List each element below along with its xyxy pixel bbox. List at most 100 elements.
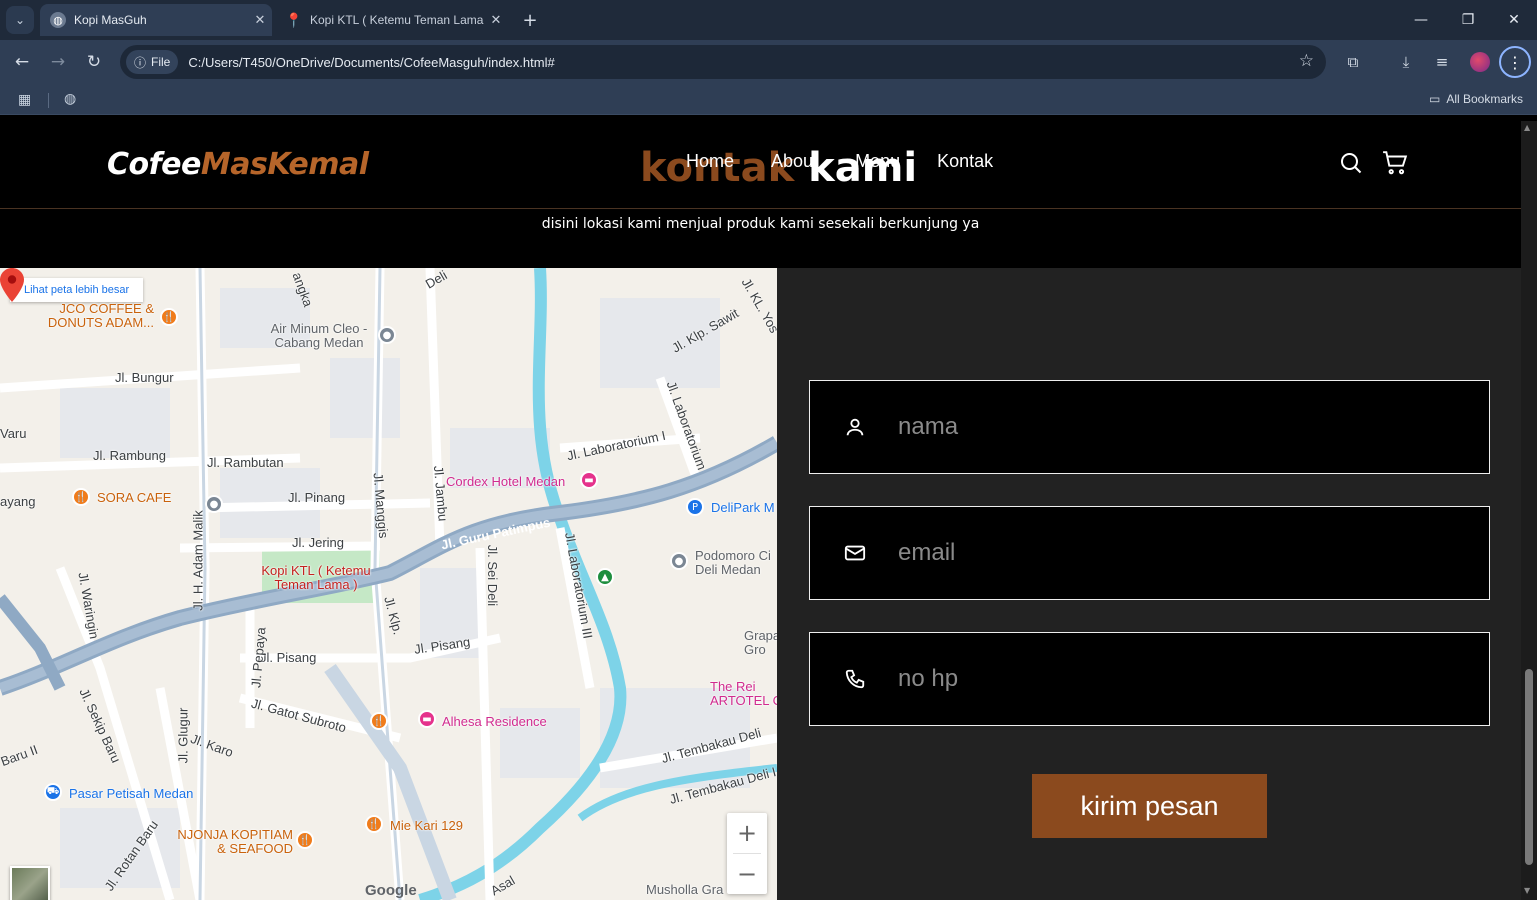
nav-about[interactable]: About: [771, 151, 818, 172]
reload-icon[interactable]: ↻: [82, 50, 106, 74]
scroll-down-icon[interactable]: ▼: [1524, 886, 1530, 895]
page-scrollbar[interactable]: ▲ ▼: [1521, 121, 1537, 900]
map-label-cordex[interactable]: Cordex Hotel Medan: [446, 474, 565, 489]
contact-form: nama email no hp kirim pesan: [777, 268, 1521, 900]
zoom-in-button[interactable]: +: [727, 813, 767, 853]
scroll-up-icon[interactable]: ▲: [1524, 123, 1530, 132]
section-subtitle: disini lokasi kami menjual produk kami s…: [541, 216, 980, 232]
profile-avatar[interactable]: [1470, 52, 1490, 72]
tab-kopi-ktl[interactable]: 📍 Kopi KTL ( Ketemu Teman Lama ✕: [276, 4, 508, 36]
map-label-adam-malik: Jl. H. Adam Malik: [190, 510, 206, 611]
map-label-njonja[interactable]: NJONJA KOPITIAM & SEAFOOD: [168, 828, 293, 856]
map-label-miekari[interactable]: Mie Kari 129: [390, 818, 463, 833]
map-label-kopi-ktl[interactable]: Kopi KTL ( Ketemu Teman Lama ): [256, 564, 376, 592]
mail-icon: [840, 542, 870, 564]
site-nav-links: Home About Menu Kontak: [686, 151, 993, 172]
extensions-icon[interactable]: ⧉: [1340, 50, 1366, 74]
map-label-reir[interactable]: The Rei ARTOTEL C: [710, 680, 777, 708]
location-pin-icon[interactable]: [0, 268, 24, 302]
user-icon: [840, 416, 870, 438]
maps-pin-icon: 📍: [285, 11, 303, 28]
embedded-map[interactable]: Lihat peta lebih besar JCO COFFEE & DONU…: [0, 268, 777, 900]
page-viewport: CofeeMasKemal kontak kami Home About Men…: [0, 121, 1521, 900]
nav-home[interactable]: Home: [686, 151, 734, 172]
tab-search-chevron-icon[interactable]: ⌄: [6, 6, 34, 34]
restaurant-icon[interactable]: 🍴: [370, 712, 388, 730]
map-label-pisang-west: Jl. Pisang: [260, 650, 317, 665]
map-label-sei-deli: Jl. Sei Deli: [485, 544, 501, 607]
globe-bookmark-icon[interactable]: ◍: [64, 91, 76, 107]
map-label-pinang: Jl. Pinang: [288, 490, 346, 505]
parking-icon[interactable]: P: [686, 498, 704, 516]
map-label-ayang: ayang: [0, 494, 36, 509]
site-info-chip[interactable]: ⓘ File: [126, 50, 179, 74]
browser-toolbar: ← → ↻ ⓘ File C:/Users/T450/OneDrive/Docu…: [0, 40, 1537, 85]
address-bar[interactable]: ⓘ File C:/Users/T450/OneDrive/Documents/…: [120, 45, 1326, 79]
map-label-pasar[interactable]: Pasar Petisah Medan: [69, 786, 193, 801]
browser-menu-icon[interactable]: ⋮: [1499, 46, 1531, 78]
apps-grid-icon[interactable]: ▦: [18, 92, 31, 108]
phone-field[interactable]: no hp: [809, 632, 1490, 726]
all-bookmarks-button[interactable]: ▭ All Bookmarks: [1429, 92, 1523, 106]
place-icon[interactable]: ●: [670, 552, 688, 570]
minimize-icon[interactable]: —: [1409, 8, 1433, 32]
map-label-grapa[interactable]: Grapa Gro: [744, 629, 777, 657]
nav-menu[interactable]: Menu: [855, 151, 900, 172]
map-label-podomoro[interactable]: Podomoro Ci Deli Medan: [695, 549, 777, 577]
submit-button[interactable]: kirim pesan: [1032, 774, 1267, 838]
bookmark-star-icon[interactable]: ☆: [1299, 51, 1314, 71]
name-input[interactable]: nama: [898, 413, 958, 441]
scroll-thumb[interactable]: [1525, 669, 1533, 865]
media-control-icon[interactable]: ≡: [1429, 50, 1455, 74]
bookmarks-bar: ▦ ◍ ▭ All Bookmarks: [0, 85, 1537, 115]
nav-kontak[interactable]: Kontak: [937, 151, 993, 172]
site-navbar: CofeeMasKemal kontak kami Home About Men…: [0, 121, 1521, 209]
close-window-icon[interactable]: ✕: [1502, 8, 1526, 32]
zoom-out-button[interactable]: −: [727, 854, 767, 894]
divider: [48, 93, 49, 108]
tree-icon[interactable]: ▲: [596, 568, 614, 586]
close-tab-icon[interactable]: ✕: [484, 12, 508, 28]
restaurant-icon[interactable]: 🍴: [365, 815, 383, 833]
view-larger-map-link[interactable]: Lihat peta lebih besar: [10, 278, 144, 302]
download-icon[interactable]: ⤓: [1393, 50, 1419, 74]
globe-icon: ◍: [50, 12, 66, 28]
map-label-glugur: Jl. Glugur: [175, 707, 191, 764]
name-field[interactable]: nama: [809, 380, 1490, 474]
map-label-air-minum[interactable]: Air Minum Cleo - Cabang Medan: [264, 322, 374, 350]
map-label-sora[interactable]: SORA CAFE: [97, 490, 171, 505]
restore-icon[interactable]: ❐: [1456, 8, 1480, 32]
phone-input[interactable]: no hp: [898, 665, 958, 693]
map-label-musholla[interactable]: Musholla Gra: [646, 882, 723, 897]
folder-icon: ▭: [1428, 92, 1441, 106]
shopping-cart-icon[interactable]: [1381, 149, 1409, 177]
tab-title: Kopi MasGuh: [74, 13, 147, 27]
restaurant-icon[interactable]: 🍴: [296, 831, 314, 849]
tab-title: Kopi KTL ( Ketemu Teman Lama: [310, 13, 484, 27]
place-icon[interactable]: ●: [378, 326, 396, 344]
map-label-rambung: Jl. Rambung: [93, 448, 166, 463]
forward-arrow-icon[interactable]: →: [46, 50, 70, 74]
close-tab-icon[interactable]: ✕: [248, 12, 272, 28]
tab-kopi-masguh[interactable]: ◍ Kopi MasGuh ✕: [40, 4, 272, 36]
browser-tab-bar: ⌄ ◍ Kopi MasGuh ✕ 📍 Kopi KTL ( Ketemu Te…: [0, 0, 1537, 40]
site-logo[interactable]: CofeeMasKemal: [107, 147, 369, 182]
map-label-delipark[interactable]: DeliPark M: [711, 500, 775, 515]
hotel-icon[interactable]: ▬: [580, 471, 598, 489]
new-tab-button[interactable]: +: [518, 8, 542, 32]
restaurant-icon[interactable]: 🍴: [72, 488, 90, 506]
map-zoom-control: + −: [727, 813, 767, 894]
url-text: C:/Users/T450/OneDrive/Documents/CofeeMa…: [188, 54, 555, 70]
search-icon[interactable]: [1337, 149, 1365, 177]
place-icon[interactable]: ●: [205, 495, 223, 513]
map-label-jco[interactable]: JCO COFFEE & DONUTS ADAM...: [34, 302, 154, 330]
hotel-icon[interactable]: ▬: [418, 710, 436, 728]
info-icon: ⓘ: [134, 55, 147, 70]
email-input[interactable]: email: [898, 539, 955, 567]
back-arrow-icon[interactable]: ←: [10, 50, 34, 74]
satellite-toggle[interactable]: [10, 866, 50, 900]
email-field[interactable]: email: [809, 506, 1490, 600]
map-label-alhesa[interactable]: Alhesa Residence: [442, 714, 547, 729]
shopping-icon[interactable]: ⛟: [44, 783, 62, 801]
restaurant-icon[interactable]: 🍴: [160, 308, 178, 326]
